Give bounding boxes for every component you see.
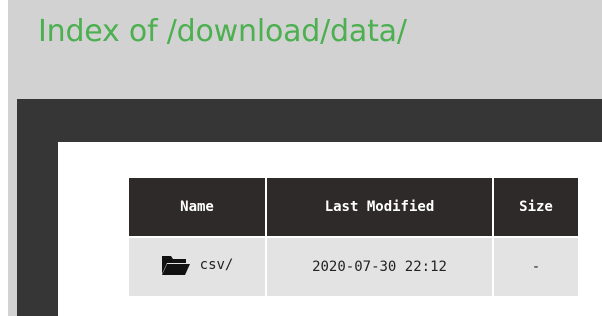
column-header-name[interactable]: Name [129, 178, 267, 238]
page-title: Index of /download/data/ [38, 14, 407, 49]
folder-icon [161, 253, 191, 277]
cell-name: csv/ [129, 238, 267, 296]
content-panel: Name Last Modified Size csv/ 2020-07-30 … [58, 142, 602, 316]
folder-name: csv/ [199, 257, 234, 273]
cell-size: - [494, 238, 578, 296]
table-header-row: Name Last Modified Size [129, 178, 578, 238]
directory-listing-table: Name Last Modified Size csv/ 2020-07-30 … [129, 178, 578, 296]
column-header-size[interactable]: Size [494, 178, 578, 238]
column-header-last-modified[interactable]: Last Modified [267, 178, 494, 238]
folder-link[interactable]: csv/ [161, 253, 234, 277]
cell-last-modified: 2020-07-30 22:12 [267, 238, 494, 296]
table-row: csv/ 2020-07-30 22:12 - [129, 238, 578, 296]
